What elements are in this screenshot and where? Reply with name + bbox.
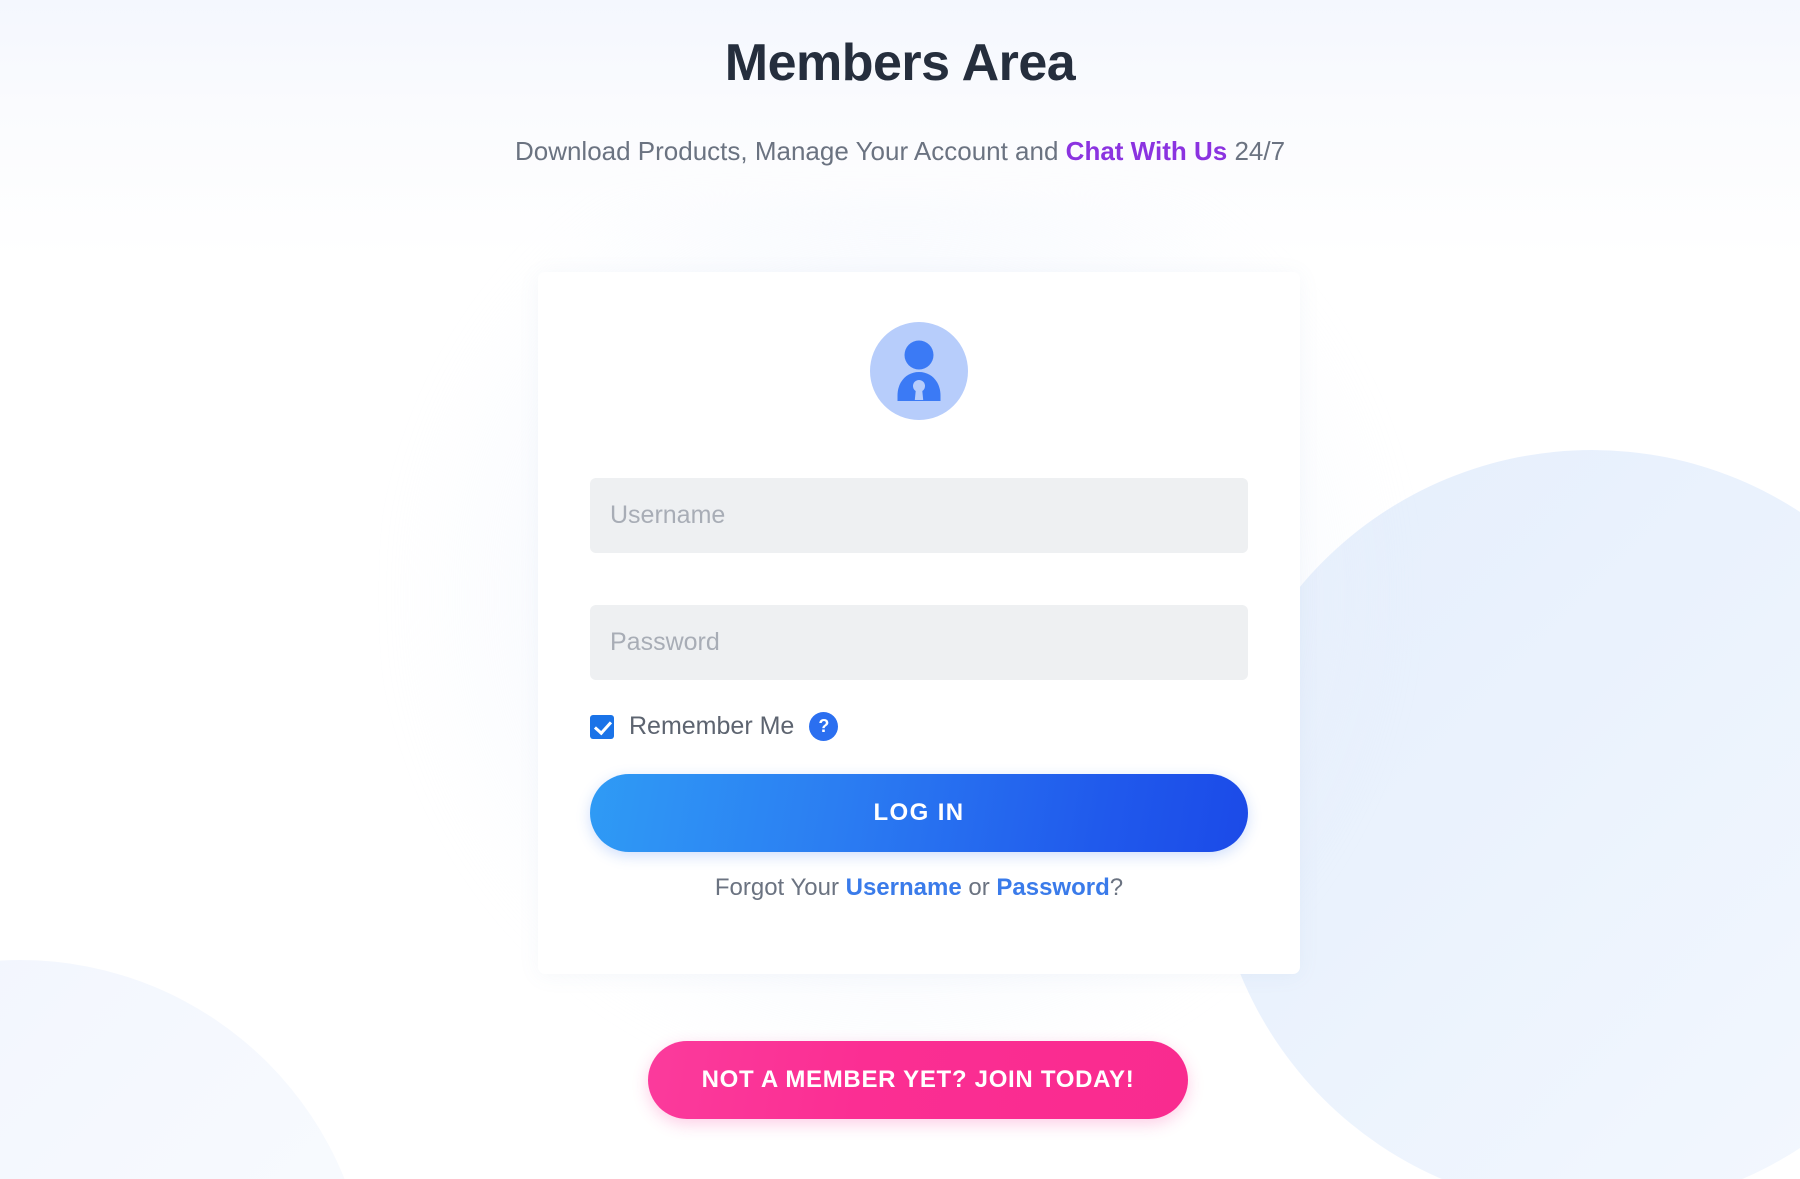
forgot-suffix-text: ? [1109,874,1124,901]
remember-me-checkbox[interactable] [590,714,614,739]
remember-me-label: Remember Me [629,712,795,740]
remember-me-row: Remember Me ? [590,712,839,741]
password-input[interactable] [590,605,1248,680]
subtitle-text-before: Download Products, Manage Your Account a… [514,136,1066,166]
page-subtitle: Download Products, Manage Your Account a… [0,135,1800,169]
login-card: Remember Me ? LOG IN Forgot Your Usernam… [538,272,1300,974]
chat-with-us-link[interactable]: Chat With Us [1066,136,1228,166]
join-today-button[interactable]: NOT A MEMBER YET? JOIN TODAY! [648,1041,1188,1119]
subtitle-text-after: 24/7 [1227,136,1286,166]
forgot-separator-text: or [961,874,997,901]
page-title: Members Area [724,34,1076,92]
username-input[interactable] [590,478,1248,553]
page-root: Members Area Download Products, Manage Y… [0,0,1800,1179]
help-question-icon[interactable]: ? [809,712,839,741]
forgot-prefix-text: Forgot Your [714,874,846,901]
log-in-button[interactable]: LOG IN [590,774,1248,852]
forgot-username-link[interactable]: Username [846,874,962,901]
user-lock-avatar-icon [870,322,968,420]
forgot-credentials-row: Forgot Your Username or Password? [538,874,1300,902]
forgot-password-link[interactable]: Password [996,874,1109,901]
